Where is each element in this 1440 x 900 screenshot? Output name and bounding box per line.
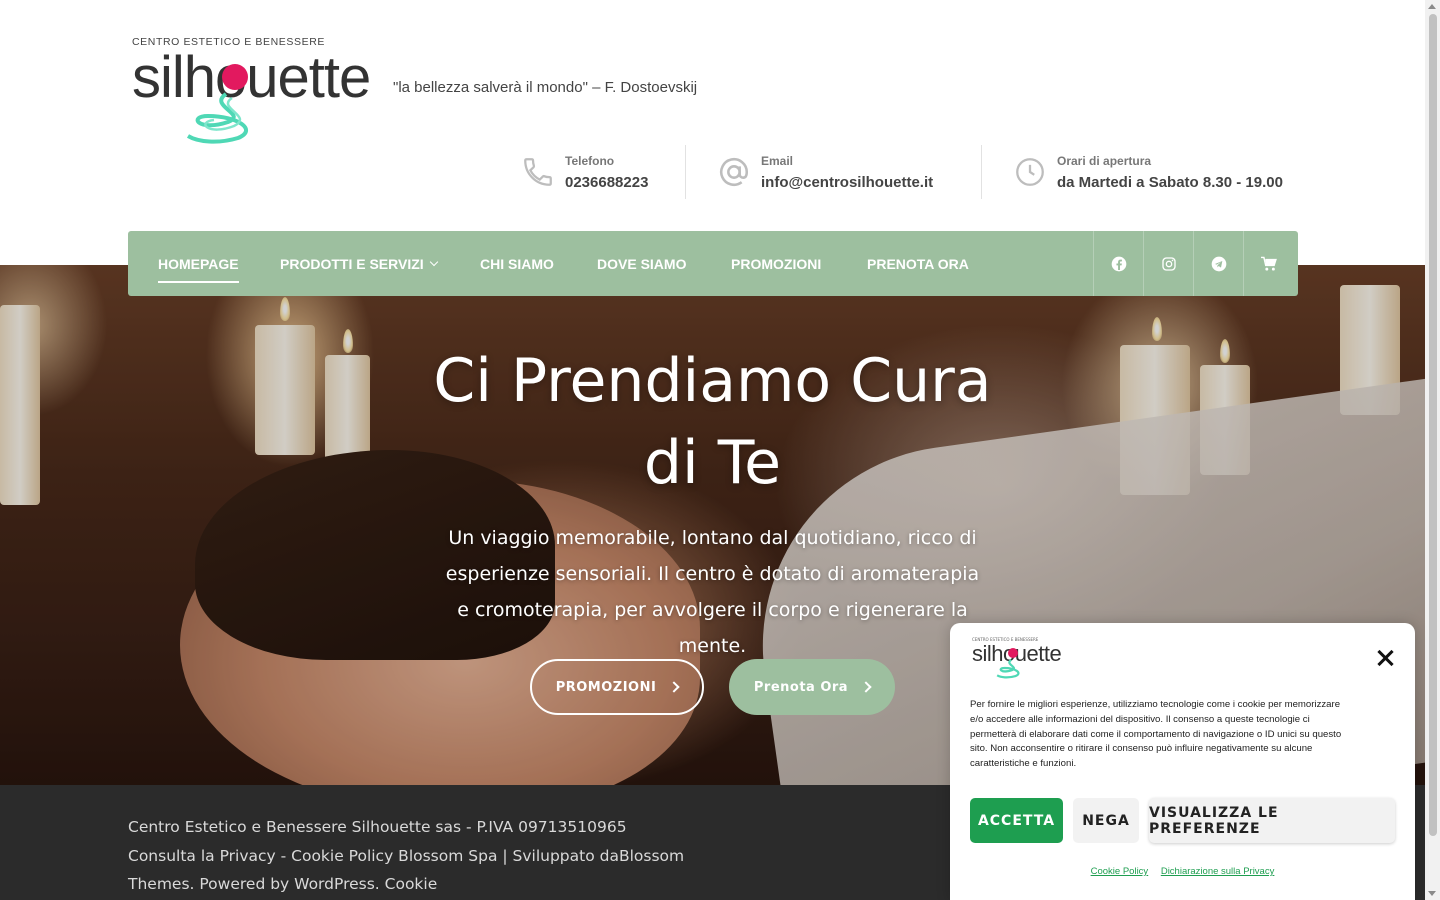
cookie-links: Cookie Policy Dichiarazione sulla Privac…: [950, 866, 1415, 877]
cookie-logo-swirl-icon: [996, 659, 1020, 679]
facebook-icon: [1111, 256, 1126, 271]
telegram-link[interactable]: [1193, 231, 1243, 296]
nav-item-homepage[interactable]: HOMEPAGE: [158, 231, 239, 296]
main-navigation: HOMEPAGE PRODOTTI E SERVIZI CHI SIAMO DO…: [128, 231, 1298, 296]
hero-description: Un viaggio memorabile, lontano dal quoti…: [445, 527, 980, 657]
close-icon[interactable]: [1374, 647, 1396, 669]
scroll-up-arrow-icon[interactable]: [1428, 4, 1436, 9]
scrollbar-thumb[interactable]: [1429, 14, 1437, 836]
nav-item-prodotti-e-servizi[interactable]: PRODOTTI E SERVIZI: [280, 231, 438, 296]
contact-hours-label: Orari di apertura: [1057, 153, 1152, 168]
promozioni-button[interactable]: PROMOZIONI: [530, 659, 704, 715]
contact-email-label: Email: [761, 153, 794, 168]
contact-phone-label: Telefono: [565, 153, 615, 168]
cookie-dialog-logo: CENTRO ESTETICO E BENESSERE silhouette: [970, 637, 1062, 681]
contact-email-value[interactable]: info@centrosilhouette.it: [761, 174, 933, 191]
scroll-down-arrow-icon[interactable]: [1428, 891, 1436, 896]
hero-title-line2: di Te: [643, 428, 782, 498]
contact-hours: Orari di apertura da Martedi a Sabato 8.…: [1013, 145, 1283, 199]
deny-cookies-button[interactable]: NEGA: [1073, 798, 1139, 843]
nav-item-prenota-ora[interactable]: PRENOTA ORA: [867, 231, 969, 296]
page-scrollbar[interactable]: [1425, 0, 1440, 900]
chevron-down-icon: [429, 257, 438, 266]
hero-title: Ci Prendiamo Cura di Te: [0, 340, 1425, 504]
contact-divider: [981, 145, 982, 199]
nav-item-label: PRODOTTI E SERVIZI: [280, 255, 424, 272]
site-logo[interactable]: CENTRO ESTETICO E BENESSERE silhouette: [128, 34, 378, 146]
logo-swirl-icon: [186, 92, 248, 144]
cookie-message: Per fornire le migliori esperienze, util…: [970, 699, 1342, 770]
cookie-consent-dialog: CENTRO ESTETICO E BENESSERE silhouette P…: [950, 623, 1415, 900]
chevron-right-icon: [668, 681, 680, 693]
prenota-ora-button-label: Prenota Ora: [753, 679, 849, 695]
facebook-link[interactable]: [1093, 231, 1143, 296]
privacy-statement-link[interactable]: Dichiarazione sulla Privacy: [1161, 866, 1275, 877]
footer-text: Centro Estetico e Benessere Silhouette s…: [128, 818, 685, 893]
contact-phone[interactable]: Telefono 0236688223: [521, 145, 648, 199]
at-icon: [720, 157, 749, 187]
clock-icon: [1016, 158, 1044, 186]
cart-link[interactable]: [1243, 231, 1293, 296]
nav-item-dove-siamo[interactable]: DOVE SIAMO: [597, 231, 686, 296]
site-tagline: "la bellezza salverà il mondo" – F. Dost…: [393, 79, 698, 96]
contact-divider: [685, 145, 686, 199]
cookie-policy-link[interactable]: Cookie Policy: [1091, 866, 1149, 877]
hero-title-line1: Ci Prendiamo Cura: [433, 346, 992, 416]
instagram-link[interactable]: [1143, 231, 1193, 296]
instagram-icon: [1161, 256, 1176, 271]
chevron-right-icon: [860, 681, 872, 693]
cart-icon: [1260, 256, 1277, 271]
phone-icon: [524, 158, 552, 186]
telegram-icon: [1211, 256, 1226, 271]
promozioni-button-label: PROMOZIONI: [555, 679, 657, 695]
contact-phone-value[interactable]: 0236688223: [565, 174, 648, 191]
nav-item-chi-siamo[interactable]: CHI SIAMO: [480, 231, 554, 296]
nav-item-promozioni[interactable]: PROMOZIONI: [731, 231, 821, 296]
view-preferences-button[interactable]: VISUALIZZA LE PREFERENZE: [1149, 798, 1395, 843]
prenota-ora-button[interactable]: Prenota Ora: [729, 659, 895, 715]
contact-email[interactable]: Email info@centrosilhouette.it: [717, 145, 933, 199]
contact-hours-value: da Martedi a Sabato 8.30 - 19.00: [1057, 173, 1283, 191]
accept-cookies-button[interactable]: ACCETTA: [970, 798, 1063, 843]
